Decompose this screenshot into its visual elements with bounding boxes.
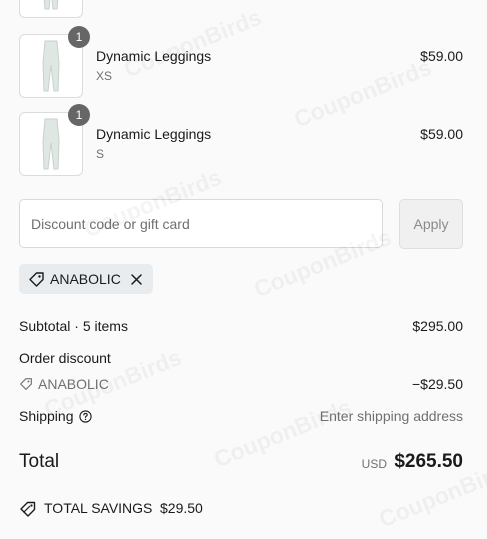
total-amount: $265.50 bbox=[394, 451, 463, 472]
subtotal-value: $295.00 bbox=[412, 318, 463, 334]
subtotal-label: Subtotal · 5 items bbox=[19, 318, 128, 334]
quantity-badge: 1 bbox=[68, 104, 90, 126]
quantity-badge: 1 bbox=[68, 26, 90, 48]
cart-item: 1 Dynamic Leggings XS $59.00 bbox=[19, 26, 463, 98]
item-name: Dynamic Leggings bbox=[96, 126, 212, 142]
discount-code-label: ANABOLIC bbox=[38, 376, 109, 392]
applied-discount-chip: ANABOLIC bbox=[19, 264, 153, 294]
shipping-label: Shipping bbox=[19, 408, 74, 424]
cart-item: L bbox=[19, 0, 463, 18]
shipping-value: Enter shipping address bbox=[319, 408, 463, 424]
product-thumbnail bbox=[19, 0, 83, 18]
item-price: $59.00 bbox=[420, 48, 463, 64]
savings-tag-icon bbox=[20, 501, 36, 517]
discount-code-input[interactable] bbox=[19, 199, 383, 248]
apply-button[interactable]: Apply bbox=[399, 199, 463, 249]
tag-icon bbox=[20, 378, 32, 390]
tag-icon bbox=[29, 272, 44, 287]
leggings-image bbox=[43, 0, 59, 10]
order-discount-label: Order discount bbox=[19, 350, 111, 366]
cart-item: 1 Dynamic Leggings S $59.00 bbox=[19, 104, 463, 176]
item-variant: XS bbox=[96, 69, 113, 83]
total-label: Total bbox=[19, 451, 60, 472]
watermark: CouponBirds bbox=[210, 394, 355, 474]
total-savings-label: TOTAL SAVINGS bbox=[44, 500, 153, 516]
item-price: $59.00 bbox=[420, 126, 463, 142]
remove-discount-close-icon[interactable] bbox=[129, 272, 144, 287]
item-variant: L bbox=[96, 0, 103, 3]
discount-value: −$29.50 bbox=[412, 376, 463, 392]
currency-code: USD bbox=[361, 457, 387, 471]
item-name: Dynamic Leggings bbox=[96, 48, 212, 64]
item-variant: S bbox=[96, 147, 105, 161]
applied-discount-code: ANABOLIC bbox=[50, 271, 121, 287]
total-savings-value: $29.50 bbox=[160, 500, 203, 516]
help-circle-icon[interactable] bbox=[79, 410, 92, 423]
